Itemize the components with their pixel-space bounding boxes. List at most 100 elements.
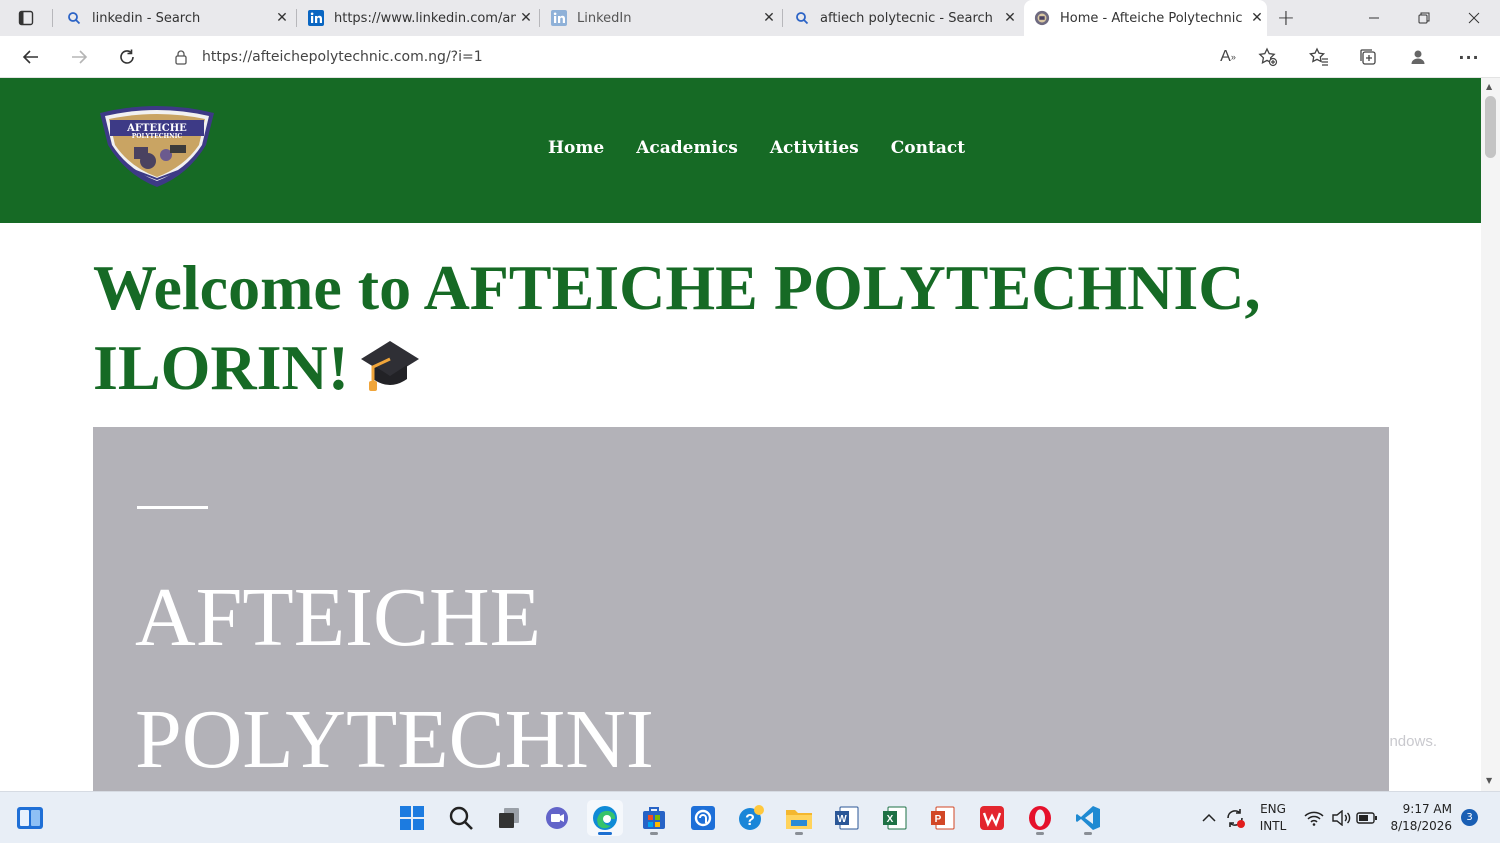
hero-divider (137, 506, 208, 509)
read-aloud-icon[interactable]: A» (1215, 44, 1241, 70)
close-tab-icon[interactable]: ✕ (272, 10, 292, 26)
help-icon[interactable]: ? (733, 800, 769, 836)
welcome-heading: Welcome to AFTEICHE POLYTECHNIC, ILORIN! (93, 248, 1293, 412)
tab-strip: linkedin - Search ✕ https://www.linkedin… (0, 0, 1500, 36)
app-icon[interactable] (685, 800, 721, 836)
site-header: AFTEICHE POLYTECHNIC Home Academics Acti… (0, 78, 1481, 223)
collections-icon[interactable] (1355, 44, 1381, 70)
excel-icon[interactable]: X (877, 800, 913, 836)
address-bar[interactable]: https://afteichepolytechnic.com.ng/?i=1 (158, 40, 1293, 73)
nav-contact[interactable]: Contact (891, 138, 965, 158)
forward-icon[interactable] (64, 42, 94, 72)
tab-separator (539, 9, 540, 27)
powerpoint-icon[interactable]: P (925, 800, 961, 836)
system-clock[interactable]: 9:17 AM 8/18/2026 (1386, 801, 1452, 835)
minimize-icon[interactable] (1350, 0, 1398, 36)
page-scrollbar[interactable]: ▲ ▼ (1481, 78, 1500, 791)
add-favorite-icon[interactable] (1255, 44, 1281, 70)
vscode-icon[interactable] (1070, 800, 1106, 836)
running-indicator (795, 832, 803, 835)
main-nav: Home Academics Activities Contact (548, 138, 997, 158)
battery-icon[interactable] (1353, 800, 1381, 836)
linkedin-icon (308, 10, 324, 26)
svg-text:?: ? (745, 812, 755, 829)
page-viewport: AFTEICHE POLYTECHNIC Home Academics Acti… (0, 78, 1481, 791)
search-icon (794, 10, 810, 26)
search-icon[interactable] (443, 800, 479, 836)
lock-icon[interactable] (174, 49, 188, 65)
word-icon[interactable]: W (829, 800, 865, 836)
running-indicator (650, 832, 658, 835)
school-logo[interactable]: AFTEICHE POLYTECHNIC (96, 105, 218, 189)
tab-separator (296, 9, 297, 27)
tab-aftiech-search[interactable]: aftiech polytecnic - Search ✕ (786, 0, 1020, 36)
start-icon[interactable] (394, 800, 430, 836)
tab-separator (782, 9, 783, 27)
svg-text:W: W (837, 814, 847, 825)
edge-icon[interactable] (587, 800, 623, 836)
profile-icon[interactable] (1405, 44, 1431, 70)
refresh-icon[interactable] (112, 42, 142, 72)
scroll-down-icon[interactable]: ▼ (1486, 776, 1492, 785)
close-window-icon[interactable] (1450, 0, 1498, 36)
nav-academics[interactable]: Academics (636, 138, 738, 158)
url-text[interactable]: https://afteichepolytechnic.com.ng/?i=1 (202, 49, 483, 65)
volume-icon[interactable] (1327, 800, 1355, 836)
graduation-cap-icon (359, 331, 421, 412)
back-icon[interactable] (16, 42, 46, 72)
opera-icon[interactable] (1022, 800, 1058, 836)
tab-title: LinkedIn (577, 10, 632, 26)
hero-title-line-2: POLYTECHNI (135, 693, 654, 786)
widgets-icon[interactable] (12, 800, 48, 836)
tab-afteiche-home[interactable]: Home - Afteiche Polytechnic ✕ (1024, 0, 1267, 36)
hero-title: AFTEICHE POLYTECHNI (135, 557, 654, 791)
scroll-thumb[interactable] (1485, 96, 1496, 158)
input-language[interactable]: ENG INTL (1258, 801, 1288, 835)
welcome-line-1: Welcome to AFTEICHE POLYTECHNIC, (93, 252, 1261, 323)
store-icon[interactable] (636, 800, 672, 836)
school-logo-icon (1034, 10, 1050, 26)
close-tab-icon[interactable]: ✕ (759, 10, 779, 26)
tab-linkedin-url[interactable]: https://www.linkedin.com/an ✕ (300, 0, 536, 36)
notification-badge[interactable]: 3 (1461, 809, 1478, 826)
tab-linkedin[interactable]: LinkedIn ✕ (543, 0, 779, 36)
tab-title: linkedin - Search (92, 10, 201, 26)
clock-time: 9:17 AM (1402, 802, 1452, 816)
keyboard-layout: INTL (1259, 819, 1287, 833)
task-view-icon[interactable] (491, 800, 527, 836)
restore-icon[interactable] (1400, 0, 1448, 36)
running-indicator (1084, 832, 1092, 835)
nav-home[interactable]: Home (548, 138, 604, 158)
sync-icon[interactable] (1220, 800, 1250, 836)
language-code: ENG (1260, 802, 1286, 816)
activation-watermark: ndows. (1389, 733, 1437, 750)
tab-title: Home - Afteiche Polytechnic (1060, 10, 1243, 26)
tab-title: aftiech polytecnic - Search (820, 10, 993, 26)
linkedin-icon (551, 10, 567, 26)
search-icon (66, 10, 82, 26)
address-toolbar: https://afteichepolytechnic.com.ng/?i=1 … (0, 36, 1500, 78)
active-indicator (598, 832, 612, 835)
running-indicator (1036, 832, 1044, 835)
tab-title: https://www.linkedin.com/an (334, 10, 516, 26)
close-tab-icon[interactable]: ✕ (1000, 10, 1020, 26)
close-tab-icon[interactable]: ✕ (516, 10, 536, 26)
tab-actions-menu-icon[interactable] (12, 6, 40, 30)
wps-icon[interactable] (974, 800, 1010, 836)
hero-banner: AFTEICHE POLYTECHNI (93, 427, 1389, 791)
nav-activities[interactable]: Activities (770, 138, 859, 158)
wifi-icon[interactable] (1300, 800, 1328, 836)
svg-text:X: X (887, 814, 894, 825)
windows-taskbar: ? W X P ENG INTL 9:17 AM 8/18/2026 3 (0, 791, 1500, 843)
teams-chat-icon[interactable] (539, 800, 575, 836)
scroll-up-icon[interactable]: ▲ (1486, 82, 1492, 91)
favorites-icon[interactable] (1306, 44, 1332, 70)
tab-linkedin-search[interactable]: linkedin - Search ✕ (56, 0, 292, 36)
hero-title-line-1: AFTEICHE (135, 571, 541, 664)
file-explorer-icon[interactable] (781, 800, 817, 836)
logo-subtext: POLYTECHNIC (132, 133, 183, 140)
new-tab-icon[interactable]: + (1262, 0, 1310, 36)
more-options-icon[interactable]: ··· (1456, 44, 1482, 70)
tab-separator (52, 9, 53, 27)
welcome-line-2: ILORIN! (93, 332, 350, 403)
